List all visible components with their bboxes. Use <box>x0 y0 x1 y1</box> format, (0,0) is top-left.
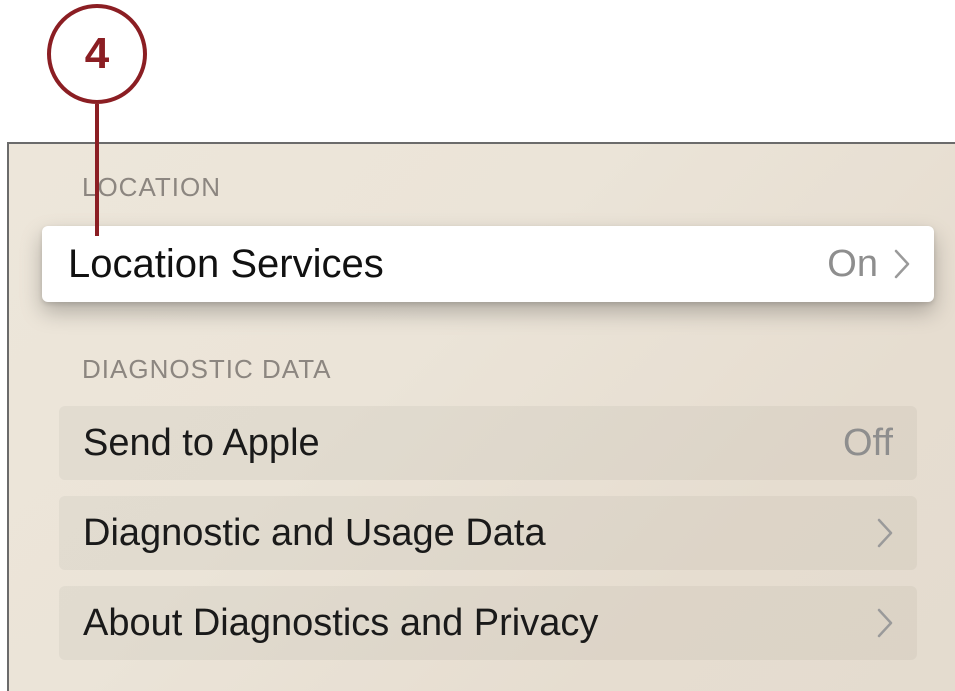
location-services-row[interactable]: Location Services On <box>42 226 934 302</box>
send-to-apple-label: Send to Apple <box>83 421 320 464</box>
section-header-diagnostic-data: DIAGNOSTIC DATA <box>82 354 332 384</box>
about-diagnostics-privacy-label: About Diagnostics and Privacy <box>83 601 599 644</box>
location-services-accessory: On <box>827 243 910 286</box>
diagnostic-usage-data-accessory <box>877 518 893 548</box>
chevron-right-icon <box>877 608 893 638</box>
about-diagnostics-privacy-row[interactable]: About Diagnostics and Privacy <box>59 586 917 660</box>
callout-leader-line <box>95 104 99 236</box>
diagnostic-usage-data-row[interactable]: Diagnostic and Usage Data <box>59 496 917 570</box>
page: 4 LOCATION Location Services On DIAGNOST… <box>0 0 955 691</box>
chevron-right-icon <box>877 518 893 548</box>
callout-number: 4 <box>84 29 110 78</box>
callout-marker: 4 <box>47 4 147 104</box>
location-services-label: Location Services <box>68 241 384 286</box>
send-to-apple-row[interactable]: Send to Apple Off <box>59 406 917 480</box>
chevron-right-icon <box>894 249 910 279</box>
location-services-value: On <box>827 242 878 285</box>
section-header-location: LOCATION <box>82 172 221 202</box>
settings-panel: LOCATION Location Services On DIAGNOSTIC… <box>7 142 955 691</box>
about-diagnostics-privacy-accessory <box>877 608 893 638</box>
diagnostic-usage-data-label: Diagnostic and Usage Data <box>83 511 546 554</box>
send-to-apple-value: Off <box>843 421 893 464</box>
send-to-apple-accessory: Off <box>843 422 893 465</box>
